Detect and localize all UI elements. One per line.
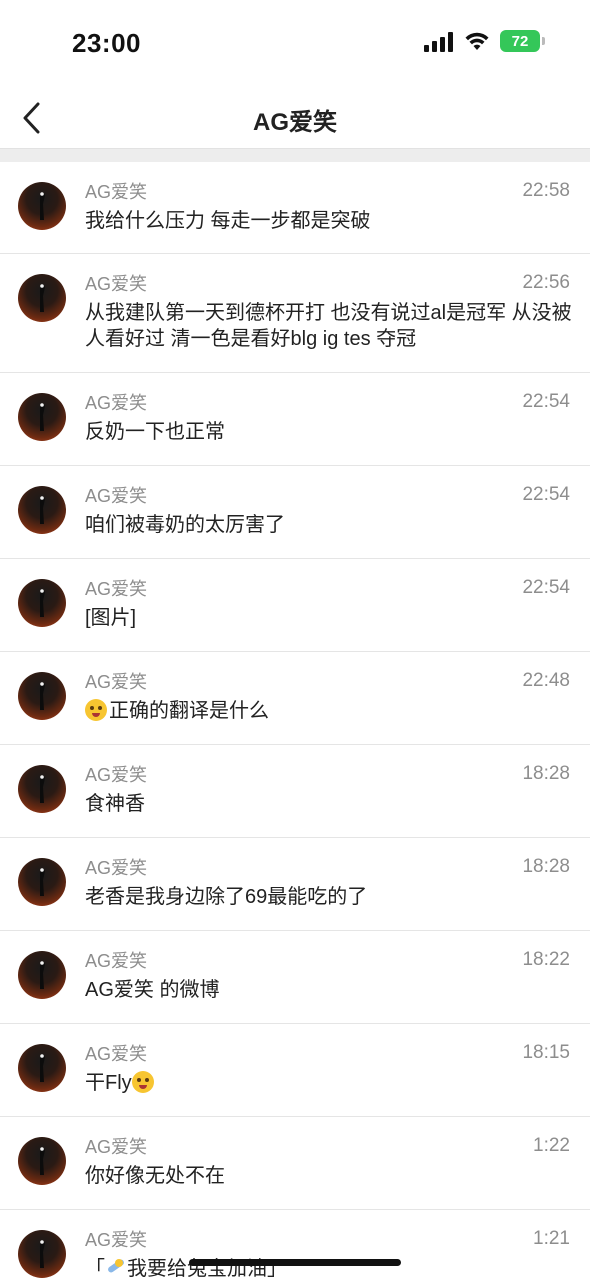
message-text-content: 反奶一下也正常 (85, 421, 225, 443)
message-text-content: 食神香 (85, 793, 145, 815)
message-item[interactable]: AG爱笑 1:22 你好像无处不在 (0, 1117, 590, 1210)
avatar[interactable] (18, 1044, 66, 1092)
sweat-smile-emoji-icon (85, 699, 107, 721)
message-text: 从我建队第一天到德杯开打 也没有说过al是冠军 从没被人看好过 清一色是看好bl… (85, 300, 572, 352)
message-text: [图片] (85, 605, 572, 631)
message-text: 干Fly (85, 1070, 572, 1096)
message-text-content: 干Fly (85, 1072, 132, 1094)
avatar[interactable] (18, 393, 66, 441)
quote-mark: 「 (85, 1258, 105, 1279)
avatar[interactable] (18, 486, 66, 534)
sender-name: AG爱笑 (85, 274, 148, 294)
message-item[interactable]: AG爱笑 22:54 咱们被毒奶的太厉害了 (0, 466, 590, 559)
message-item[interactable]: AG爱笑 18:15 干Fly (0, 1024, 590, 1117)
message-item[interactable]: AG爱笑 22:58 我给什么压力 每走一步都是突破 (0, 162, 590, 254)
avatar[interactable] (18, 858, 66, 906)
avatar[interactable] (18, 182, 66, 230)
message-text-content: 你好像无处不在 (85, 1165, 225, 1187)
message-text: 咱们被毒奶的太厉害了 (85, 512, 572, 538)
status-bar: 23:00 72 (0, 0, 590, 88)
message-item[interactable]: AG爱笑 22:56 从我建队第一天到德杯开打 也没有说过al是冠军 从没被人看… (0, 254, 590, 373)
status-time: 23:00 (72, 28, 141, 58)
message-text: 我给什么压力 每走一步都是突破 (85, 208, 572, 234)
message-list: AG爱笑 22:58 我给什么压力 每走一步都是突破 AG爱笑 22:56 从我… (0, 162, 590, 1279)
sender-name: AG爱笑 (85, 182, 148, 202)
avatar[interactable] (18, 951, 66, 999)
avatar[interactable] (18, 672, 66, 720)
message-text-content: AG爱笑 的微博 (85, 979, 220, 1001)
message-item[interactable]: AG爱笑 22:54 [图片] (0, 559, 590, 652)
crying-emoji-icon (131, 1071, 154, 1093)
sender-name: AG爱笑 (85, 1137, 148, 1157)
message-text-content: 我给什么压力 每走一步都是突破 (85, 210, 371, 232)
message-time: 18:22 (522, 949, 570, 970)
message-text-content: 咱们被毒奶的太厉害了 (85, 514, 285, 536)
message-text-content: [图片] (85, 607, 137, 629)
message-text: 正确的翻译是什么 (85, 698, 572, 724)
avatar[interactable] (18, 1137, 66, 1185)
wifi-icon (465, 32, 489, 50)
message-time: 1:22 (533, 1135, 570, 1156)
sender-name: AG爱笑 (85, 858, 148, 878)
message-time: 18:15 (522, 1042, 570, 1063)
battery-icon: 72 (500, 30, 545, 52)
message-text: 老香是我身边除了69最能吃的了 (85, 884, 572, 910)
message-text: 反奶一下也正常 (85, 419, 572, 445)
message-item[interactable]: AG爱笑 18:22 AG爱笑 的微博 (0, 931, 590, 1024)
signal-icon (424, 30, 454, 52)
sender-name: AG爱笑 (85, 1230, 148, 1250)
message-text-content: 老香是我身边除了69最能吃的了 (85, 886, 368, 908)
message-time: 22:54 (522, 577, 570, 598)
message-item[interactable]: AG爱笑 1:21 「我要给兔宝加油」 (0, 1210, 590, 1279)
message-text: 食神香 (85, 791, 572, 817)
message-text: AG爱笑 的微博 (85, 977, 572, 1003)
sender-name: AG爱笑 (85, 393, 148, 413)
nav-bar: AG爱笑 (0, 88, 590, 148)
avatar[interactable] (18, 765, 66, 813)
home-indicator[interactable] (189, 1259, 401, 1266)
sender-name: AG爱笑 (85, 486, 148, 506)
message-text-content: 正确的翻译是什么 (109, 700, 269, 722)
message-text-content: 从我建队第一天到德杯开打 也没有说过al是冠军 从没被人看好过 清一色是看好bl… (85, 302, 572, 350)
message-item[interactable]: AG爱笑 18:28 食神香 (0, 745, 590, 838)
message-item[interactable]: AG爱笑 18:28 老香是我身边除了69最能吃的了 (0, 838, 590, 931)
sender-name: AG爱笑 (85, 765, 148, 785)
avatar[interactable] (18, 274, 66, 322)
sender-name: AG爱笑 (85, 951, 148, 971)
message-time: 1:21 (533, 1228, 570, 1249)
message-time: 22:56 (522, 272, 570, 293)
header-divider (0, 148, 590, 162)
message-item[interactable]: AG爱笑 22:48 正确的翻译是什么 (0, 652, 590, 745)
avatar[interactable] (18, 1230, 66, 1278)
message-time: 18:28 (522, 763, 570, 784)
message-time: 22:48 (522, 670, 570, 691)
message-time: 18:28 (522, 856, 570, 877)
page-title: AG爱笑 (253, 109, 337, 136)
rocket-emoji-icon (105, 1257, 127, 1279)
message-time: 22:54 (522, 484, 570, 505)
sender-name: AG爱笑 (85, 672, 148, 692)
avatar[interactable] (18, 579, 66, 627)
message-text: 你好像无处不在 (85, 1163, 572, 1189)
message-time: 22:54 (522, 391, 570, 412)
sender-name: AG爱笑 (85, 579, 148, 599)
message-item[interactable]: AG爱笑 22:54 反奶一下也正常 (0, 373, 590, 466)
sender-name: AG爱笑 (85, 1044, 148, 1064)
status-icons: 72 (424, 30, 545, 52)
message-time: 22:58 (522, 180, 570, 201)
